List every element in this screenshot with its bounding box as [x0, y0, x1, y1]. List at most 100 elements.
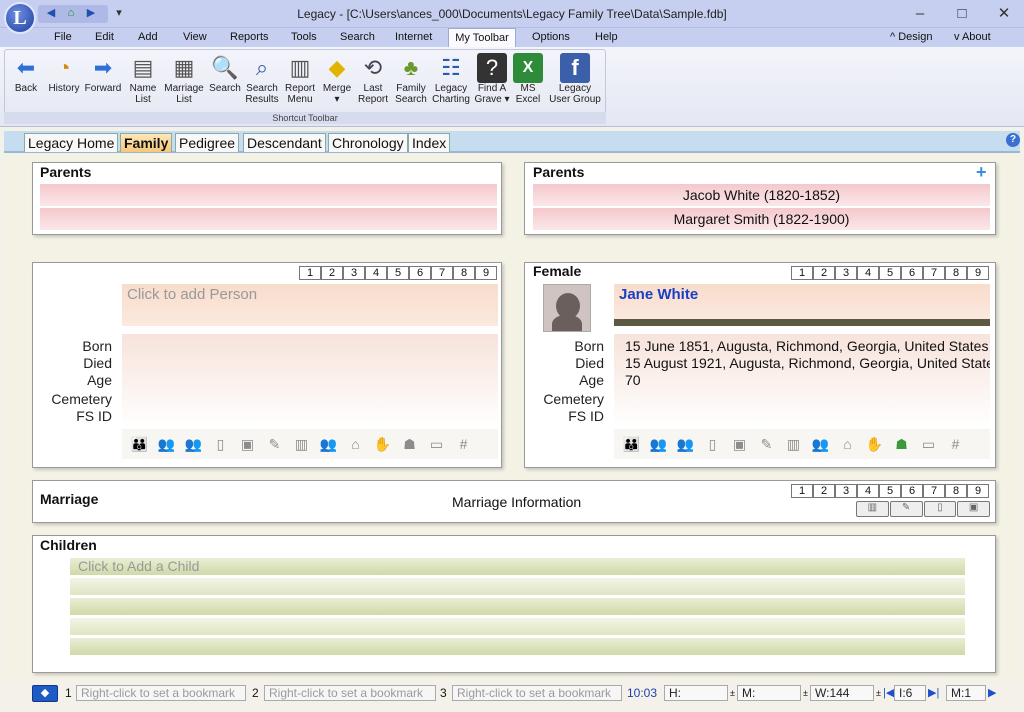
edit-icon[interactable]: ✎ — [261, 436, 288, 453]
list-item[interactable] — [70, 638, 965, 655]
minimize-button[interactable]: – — [906, 4, 934, 24]
tab-family[interactable]: Family — [120, 133, 173, 152]
book-icon[interactable]: ▭ — [915, 436, 942, 453]
birth-value[interactable]: 15 June 1851, Augusta, Richmond, Georgia… — [625, 338, 990, 355]
num-button[interactable]: 9 — [967, 484, 989, 498]
num-button[interactable]: 9 — [475, 266, 497, 280]
previous-icon[interactable]: |◀ — [883, 686, 894, 699]
legacy-charting-button[interactable]: ☷ Legacy Charting — [430, 50, 472, 110]
notes-icon[interactable]: ▯ — [699, 436, 726, 453]
death-value[interactable]: 15 August 1921, Augusta, Richmond, Georg… — [625, 355, 990, 372]
menu-search[interactable]: Search — [340, 31, 375, 43]
num-button[interactable]: 6 — [409, 266, 431, 280]
list-item[interactable] — [70, 598, 965, 615]
edit-icon[interactable]: ✎ — [889, 501, 923, 517]
bookmark-slot-1[interactable]: Right-click to set a bookmark — [76, 685, 246, 701]
media-icon[interactable]: ▣ — [234, 436, 261, 453]
edit-icon[interactable]: ✎ — [753, 436, 780, 453]
associates-icon[interactable]: 👥 — [180, 436, 207, 453]
next-marriage-icon[interactable]: ▶ — [988, 686, 996, 699]
bookmark-slot-2[interactable]: Right-click to set a bookmark — [264, 685, 436, 701]
num-button[interactable]: 8 — [945, 484, 967, 498]
address-icon[interactable]: ⌂ — [834, 436, 861, 452]
forward-button[interactable]: ➡ Forward — [84, 50, 122, 110]
ms-excel-button[interactable]: X MS Excel — [512, 50, 544, 110]
plus-icon[interactable]: + — [976, 162, 987, 183]
hand-icon[interactable]: ✋ — [861, 436, 888, 453]
close-button[interactable]: ✕ — [990, 4, 1018, 24]
add-child-row[interactable]: Click to Add a Child — [70, 558, 965, 575]
media-icon[interactable]: ▣ — [957, 501, 990, 517]
research-icon[interactable]: ☗ — [396, 436, 423, 453]
menu-internet[interactable]: Internet — [395, 31, 432, 43]
hand-icon[interactable]: ✋ — [369, 436, 396, 453]
spouses-icon[interactable]: 👥 — [153, 436, 180, 453]
menu-tools[interactable]: Tools — [291, 31, 317, 43]
spouses-icon[interactable]: 👥 — [645, 436, 672, 453]
mother-slot[interactable] — [40, 208, 497, 230]
menu-file[interactable]: File — [54, 31, 72, 43]
research-icon[interactable]: ☗ — [888, 436, 915, 453]
menu-add[interactable]: Add — [138, 31, 158, 43]
add-person-field[interactable]: Click to add Person — [122, 284, 498, 326]
relatives-icon[interactable]: 👥 — [315, 436, 342, 453]
num-button[interactable]: 9 — [967, 266, 989, 280]
num-button[interactable]: 5 — [879, 484, 901, 498]
father-slot[interactable] — [40, 184, 497, 206]
legacy-logo-icon[interactable]: L — [4, 2, 36, 34]
notes-icon[interactable]: ▯ — [923, 501, 957, 517]
back-button[interactable]: ⬅ Back — [8, 50, 44, 110]
num-button[interactable]: 7 — [923, 484, 945, 498]
father-name[interactable]: Jacob White (1820-1852) — [533, 184, 990, 206]
family-search-button[interactable]: ♣ Family Search — [392, 50, 430, 110]
stepper-icon[interactable]: ± — [876, 688, 881, 698]
name-list-button[interactable]: ▤ Name List — [126, 50, 160, 110]
menu-help[interactable]: Help — [595, 31, 618, 43]
num-button[interactable]: 8 — [453, 266, 475, 280]
num-button[interactable]: 3 — [343, 266, 365, 280]
num-button[interactable]: 5 — [387, 266, 409, 280]
find-a-grave-button[interactable]: ? Find A Grave ▾ — [474, 50, 510, 110]
num-button[interactable]: 2 — [813, 266, 835, 280]
num-button[interactable]: 7 — [431, 266, 453, 280]
media-icon[interactable]: ▣ — [726, 436, 753, 453]
about-toggle[interactable]: v About — [954, 31, 991, 43]
menu-edit[interactable]: Edit — [95, 31, 114, 43]
num-button[interactable]: 1 — [791, 266, 813, 280]
num-button[interactable]: 8 — [945, 266, 967, 280]
tab-chronology[interactable]: Chronology — [328, 133, 408, 152]
design-toggle[interactable]: ^ Design — [890, 31, 932, 43]
num-button[interactable]: 5 — [879, 266, 901, 280]
sources-icon[interactable]: ▥ — [780, 436, 807, 453]
num-button[interactable]: 2 — [813, 484, 835, 498]
stepper-icon[interactable]: ± — [803, 688, 808, 698]
stepper-icon[interactable]: ± — [730, 688, 735, 698]
notes-icon[interactable]: ▯ — [207, 436, 234, 453]
tab-pedigree[interactable]: Pedigree — [175, 133, 240, 152]
list-item[interactable] — [70, 618, 965, 635]
num-button[interactable]: 2 — [321, 266, 343, 280]
bookmark-icon[interactable]: ◆ — [32, 685, 58, 702]
menu-my-toolbar[interactable]: My Toolbar — [448, 28, 516, 48]
marriage-info-link[interactable]: Marriage Information — [452, 494, 581, 510]
tab-legacy-home[interactable]: Legacy Home — [24, 133, 119, 152]
portrait-silhouette-icon[interactable] — [543, 284, 591, 332]
num-button[interactable]: 7 — [923, 266, 945, 280]
relatives-icon[interactable]: 👥 — [807, 436, 834, 453]
merge-button[interactable]: ◆ Merge ▾ — [320, 50, 354, 110]
num-button[interactable]: 6 — [901, 484, 923, 498]
mother-name[interactable]: Margaret Smith (1822-1900) — [533, 208, 990, 230]
marriage-list-button[interactable]: ▦ Marriage List — [162, 50, 206, 110]
history-button[interactable]: ◔ History — [46, 50, 82, 110]
family-icon[interactable]: 👪 — [126, 436, 153, 453]
num-button[interactable]: 4 — [857, 484, 879, 498]
num-button[interactable]: 6 — [901, 266, 923, 280]
num-button[interactable]: 1 — [299, 266, 321, 280]
search-button[interactable]: 🔍 Search — [208, 50, 242, 110]
person-name[interactable]: Jane White — [614, 284, 990, 326]
hash-icon[interactable]: # — [450, 436, 477, 452]
num-button[interactable]: 1 — [791, 484, 813, 498]
book-icon[interactable]: ▭ — [423, 436, 450, 453]
help-icon[interactable]: ? — [1006, 133, 1020, 147]
maximize-button[interactable]: □ — [948, 4, 976, 24]
